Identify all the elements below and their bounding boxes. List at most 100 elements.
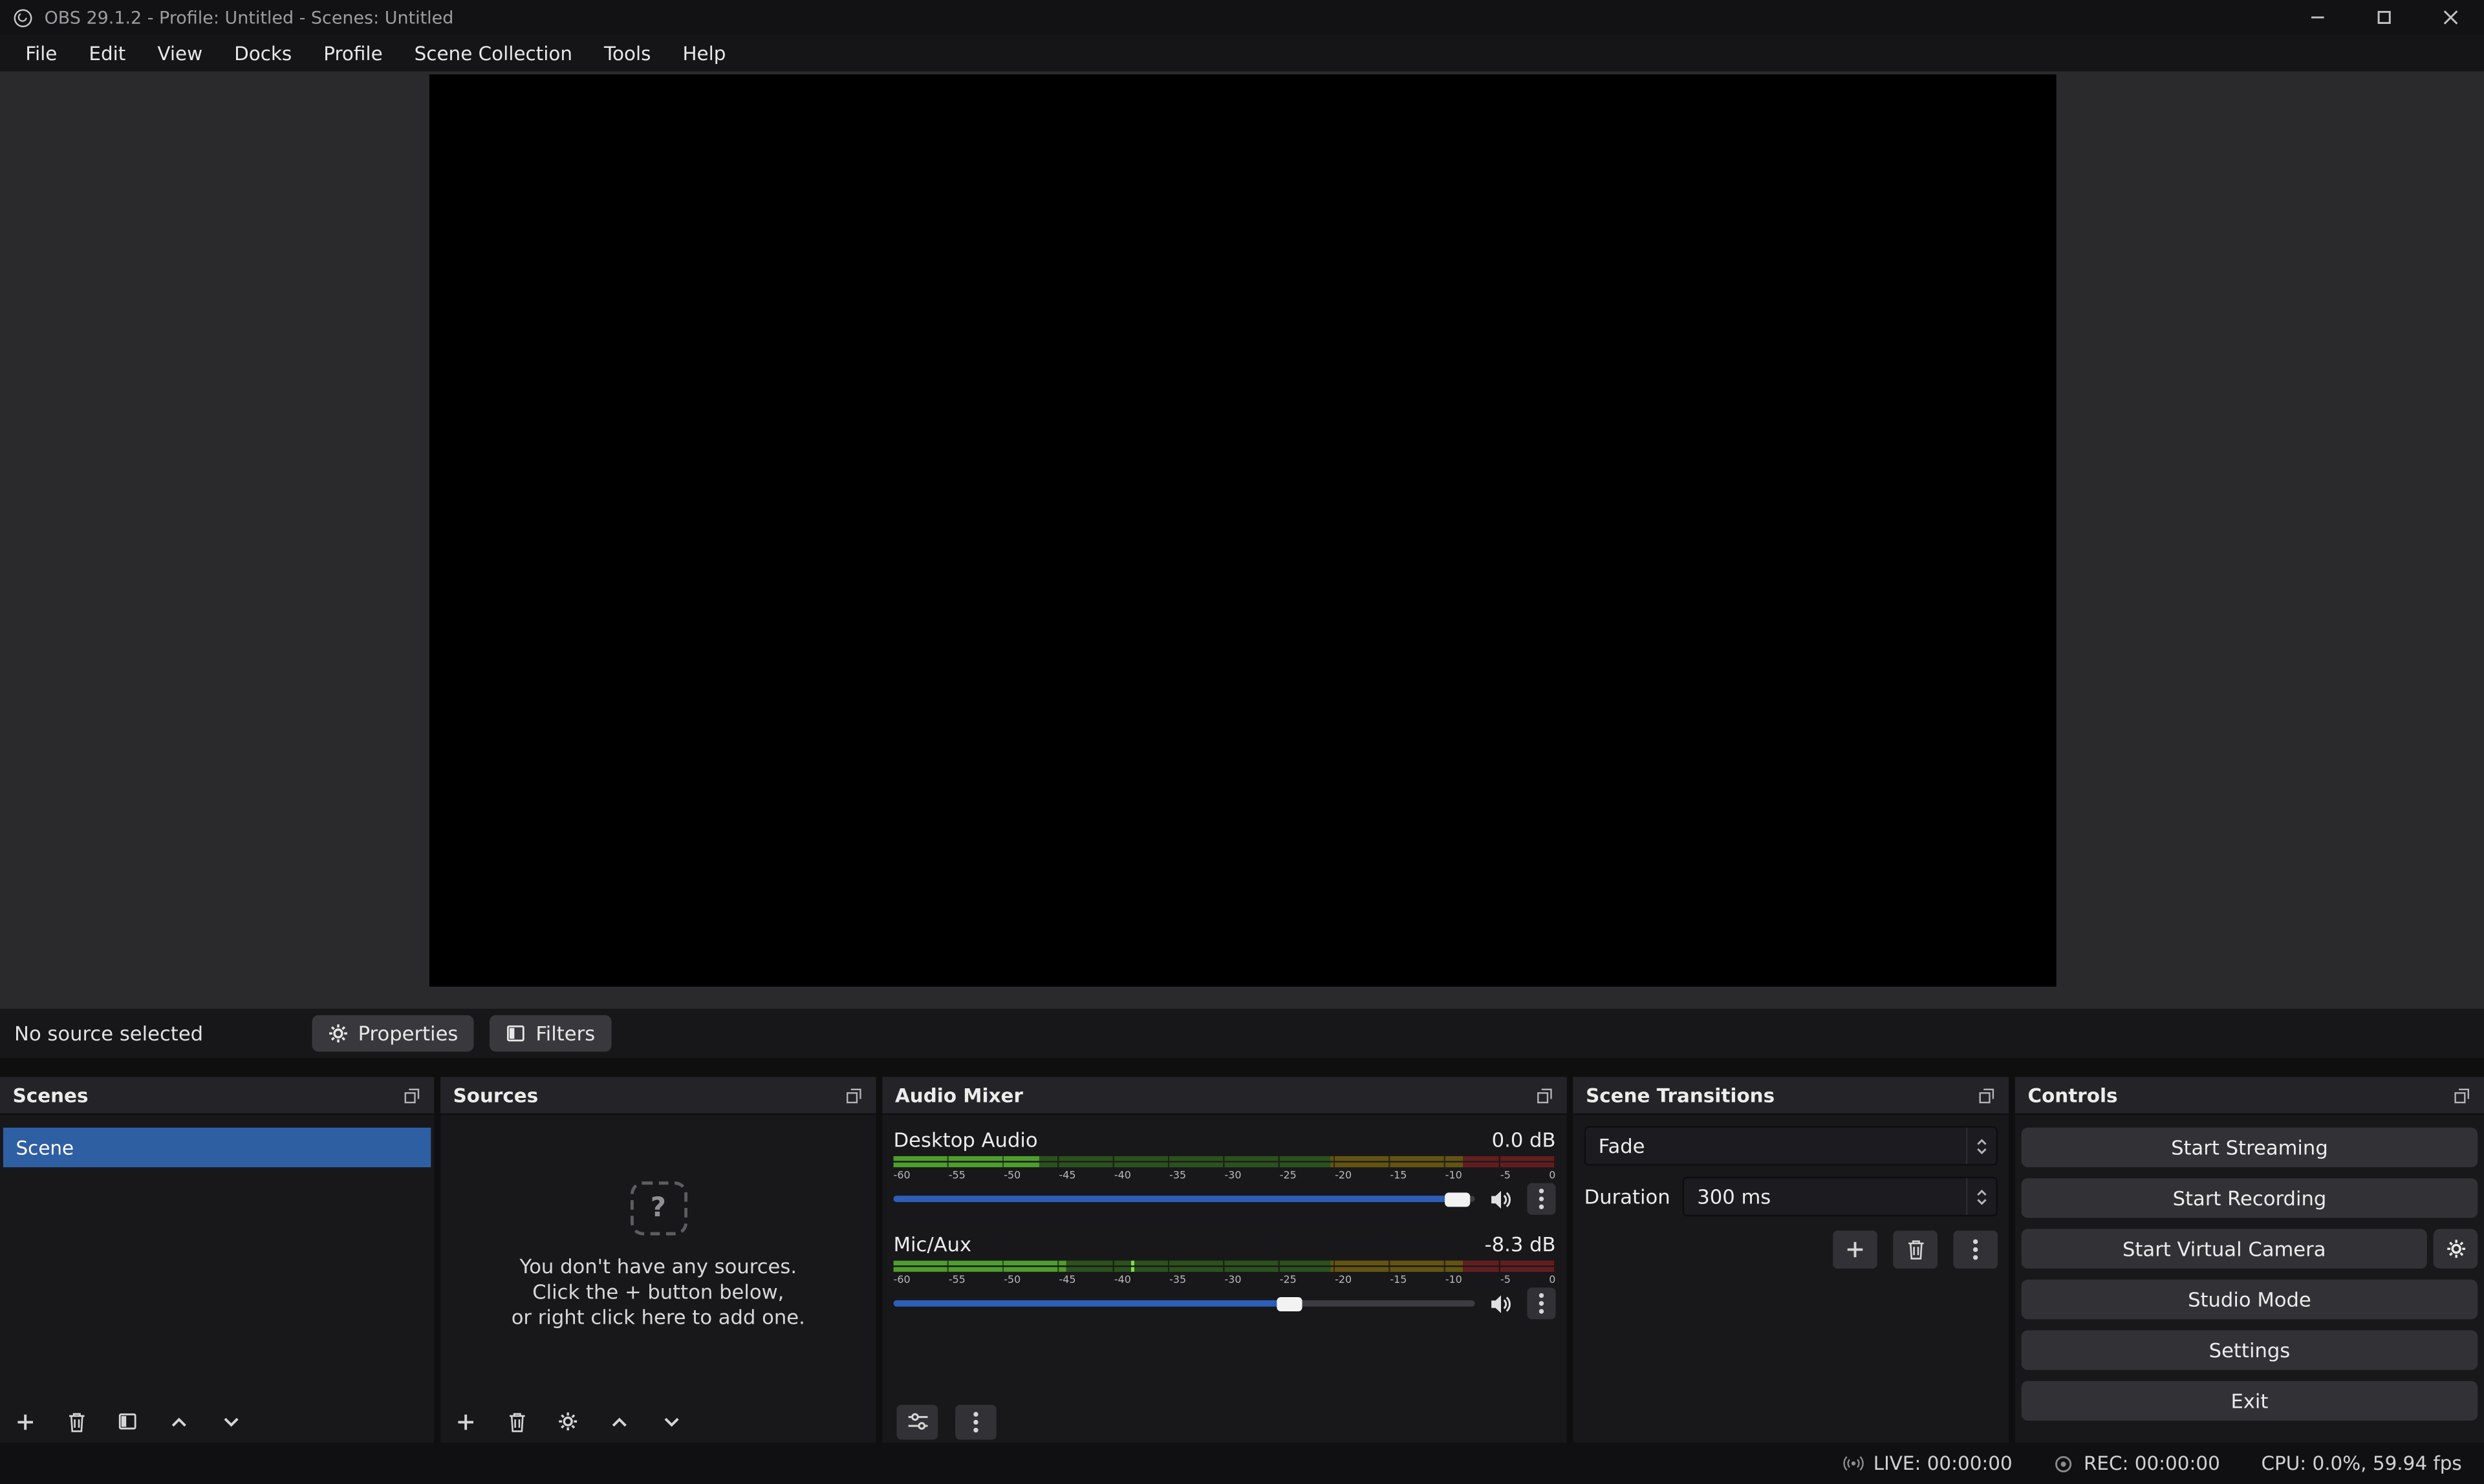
move-scene-up-icon[interactable]: [168, 1410, 190, 1432]
source-toolbar: No source selected Properties Filters: [0, 1009, 2484, 1058]
speaker-icon[interactable]: [1489, 1187, 1513, 1211]
add-source-icon[interactable]: [455, 1410, 477, 1432]
sources-panel-title: Sources: [453, 1084, 539, 1106]
virtual-camera-settings-gear-icon[interactable]: [2434, 1229, 2478, 1269]
menu-item-docks[interactable]: Docks: [219, 35, 308, 71]
menu-item-file[interactable]: File: [10, 35, 73, 71]
menu-item-tools[interactable]: Tools: [589, 35, 667, 71]
add-transition-button[interactable]: [1833, 1231, 1877, 1269]
properties-button[interactable]: Properties: [312, 1015, 474, 1051]
meter-tick-label: -15: [1390, 1273, 1407, 1286]
meter-ticks-overlay: [894, 1261, 1556, 1265]
stats-text: CPU: 0.0%, 59.94 fps: [2261, 1452, 2461, 1474]
meter-tick-label: -35: [1169, 1169, 1186, 1182]
channel-volume-db: -8.3 dB: [1485, 1231, 1556, 1255]
move-source-up-icon[interactable]: [609, 1410, 631, 1432]
remove-transition-button[interactable]: [1893, 1231, 1938, 1269]
meter-tick-label: -30: [1224, 1169, 1241, 1182]
move-source-down-icon[interactable]: [660, 1410, 682, 1432]
popout-icon[interactable]: [2452, 1086, 2471, 1104]
no-source-label: No source selected: [14, 1022, 296, 1046]
minimize-button[interactable]: [2310, 10, 2326, 25]
filters-button[interactable]: Filters: [490, 1015, 610, 1051]
properties-button-label: Properties: [358, 1022, 459, 1046]
maximize-button[interactable]: [2376, 10, 2392, 25]
program-canvas[interactable]: [429, 74, 2056, 987]
record-dot-icon: [2053, 1453, 2074, 1474]
mixer-toolbar: [882, 1400, 1566, 1443]
speaker-icon[interactable]: [1489, 1291, 1513, 1315]
volume-slider[interactable]: [894, 1196, 1475, 1202]
rec-status: REC: 00:00:00: [2053, 1452, 2219, 1474]
scene-list-item[interactable]: Scene: [3, 1128, 431, 1167]
volume-meter: [894, 1261, 1556, 1272]
meter-tick-label: -60: [894, 1273, 911, 1286]
menu-item-profile[interactable]: Profile: [308, 35, 398, 71]
meter-tick-label: -20: [1335, 1169, 1352, 1182]
rec-timer: REC: 00:00:00: [2084, 1452, 2220, 1474]
meter-tick-label: -55: [949, 1273, 966, 1286]
dock-row: Scenes Scene: [0, 1058, 2484, 1443]
scenes-panel: Scenes Scene: [0, 1077, 434, 1443]
meter-tick-label: 0: [1549, 1273, 1555, 1286]
volume-slider-handle[interactable]: [1276, 1296, 1301, 1311]
volume-slider[interactable]: [894, 1300, 1475, 1307]
settings-button[interactable]: Settings: [2022, 1330, 2478, 1370]
start-streaming-button[interactable]: Start Streaming: [2022, 1128, 2478, 1167]
meter-tick-label: -45: [1059, 1169, 1076, 1182]
meter-tick-label: -5: [1500, 1273, 1511, 1286]
menu-item-scene-collection[interactable]: Scene Collection: [398, 35, 588, 71]
channel-options-kebab-icon[interactable]: [1527, 1183, 1555, 1215]
meter-tick-label: -15: [1390, 1169, 1407, 1182]
live-timer: LIVE: 00:00:00: [1874, 1452, 2013, 1474]
volume-slider-handle[interactable]: [1445, 1192, 1470, 1206]
source-properties-gear-icon[interactable]: [557, 1411, 578, 1432]
mixer-options-kebab-icon[interactable]: [955, 1404, 997, 1439]
meter-scale: -60-55-50-45-40-35-30-25-20-15-10-50: [894, 1169, 1556, 1182]
meter-tick-label: -10: [1445, 1273, 1462, 1286]
menu-item-edit[interactable]: Edit: [73, 35, 142, 71]
audio-mixer-panel: Audio Mixer Desktop Audio 0.0 dB -60-55-…: [882, 1077, 1566, 1443]
scene-transitions-panel-title: Scene Transitions: [1586, 1084, 1775, 1106]
move-scene-down-icon[interactable]: [220, 1410, 242, 1432]
scene-filters-icon[interactable]: [117, 1411, 138, 1432]
menu-item-view[interactable]: View: [142, 35, 219, 71]
add-scene-icon[interactable]: [14, 1410, 36, 1432]
filters-button-label: Filters: [535, 1022, 595, 1046]
broadcast-icon: [1842, 1452, 1864, 1474]
duration-spinbox[interactable]: 300 ms: [1683, 1177, 1998, 1216]
studio-mode-button[interactable]: Studio Mode: [2022, 1280, 2478, 1319]
spinbox-arrows-icon[interactable]: [1966, 1178, 1996, 1214]
transition-select[interactable]: Fade: [1584, 1126, 1998, 1165]
sources-toolbar: [440, 1400, 876, 1443]
empty-text-line: Click the + button below,: [440, 1280, 876, 1305]
popout-icon[interactable]: [1535, 1086, 1554, 1104]
meter-tick-label: 0: [1549, 1169, 1555, 1182]
window-controls: [2310, 10, 2472, 25]
popout-icon[interactable]: [1977, 1086, 1996, 1104]
advanced-audio-properties-button[interactable]: [896, 1404, 938, 1439]
channel-options-kebab-icon[interactable]: [1527, 1287, 1555, 1319]
sources-empty-state: ? You don't have any sources. Click the …: [440, 1115, 876, 1330]
preview-area: [0, 71, 2484, 1009]
start-recording-button[interactable]: Start Recording: [2022, 1178, 2478, 1218]
close-button[interactable]: [2443, 10, 2458, 25]
menu-item-help[interactable]: Help: [667, 35, 742, 71]
meter-tick-label: -40: [1114, 1169, 1131, 1182]
meter-tick-label: -60: [894, 1169, 911, 1182]
empty-text-line: or right click here to add one.: [440, 1305, 876, 1330]
meter-ticks-overlay: [894, 1156, 1556, 1161]
obs-logo-icon: [13, 7, 34, 28]
remove-scene-icon[interactable]: [67, 1410, 87, 1432]
transition-select-value: Fade: [1599, 1134, 1645, 1158]
controls-panel-title: Controls: [2028, 1084, 2118, 1106]
remove-source-icon[interactable]: [507, 1410, 528, 1432]
meter-tick-label: -45: [1059, 1273, 1076, 1286]
popout-icon[interactable]: [845, 1086, 863, 1104]
exit-button[interactable]: Exit: [2022, 1381, 2478, 1421]
transition-properties-kebab-icon[interactable]: [1953, 1231, 1998, 1269]
popout-icon[interactable]: [402, 1086, 421, 1104]
start-virtual-camera-button[interactable]: Start Virtual Camera: [2022, 1229, 2427, 1269]
scenes-panel-title: Scenes: [13, 1084, 89, 1106]
combo-arrows-icon[interactable]: [1966, 1128, 1996, 1164]
